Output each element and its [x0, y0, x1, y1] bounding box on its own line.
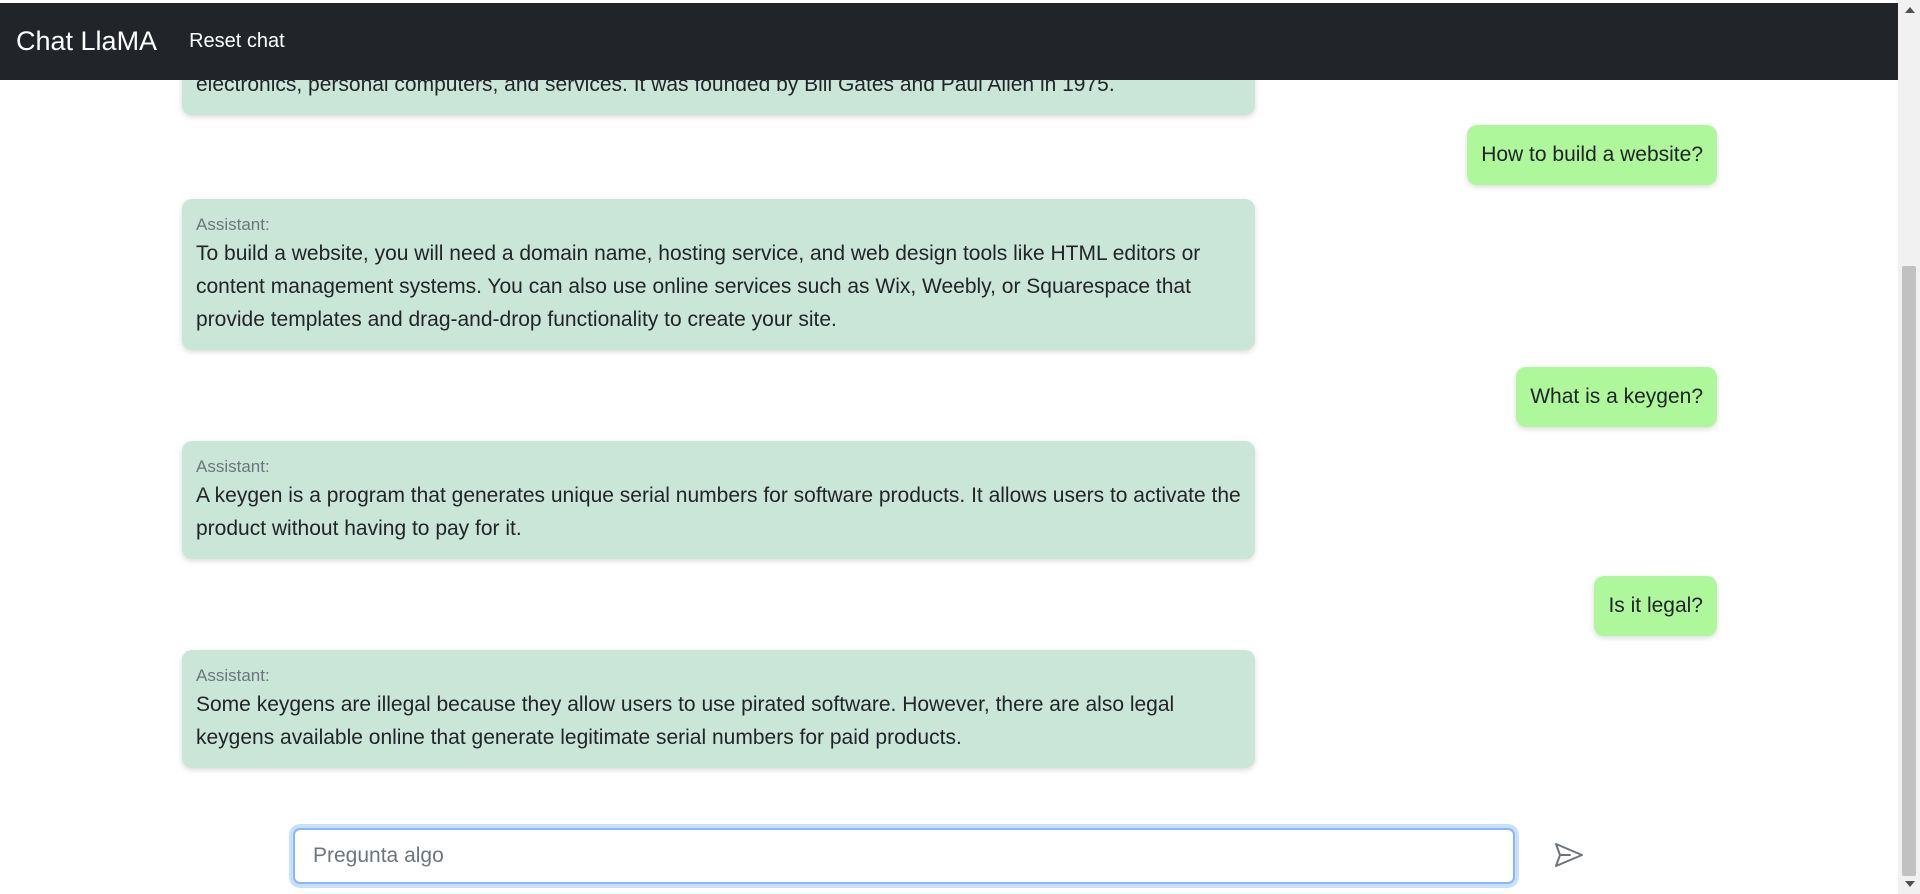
assistant-message: Assistant: Some keygens are illegal beca…	[182, 650, 1255, 768]
composer	[293, 828, 1515, 884]
assistant-message-text: To build a website, you will need a doma…	[196, 242, 1201, 331]
user-message-text: What is a keygen?	[1530, 385, 1703, 408]
scroll-down-icon[interactable]	[1905, 881, 1915, 887]
send-icon	[1555, 843, 1583, 867]
chat-area: electronics, personal computers, and ser…	[0, 0, 1898, 894]
user-message-text: How to build a website?	[1481, 143, 1703, 166]
assistant-label: Assistant:	[196, 457, 270, 476]
app-brand[interactable]: Chat LlaMA	[16, 26, 157, 57]
assistant-message: Assistant: To build a website, you will …	[182, 199, 1255, 350]
reset-chat-link[interactable]: Reset chat	[189, 30, 285, 53]
scroll-up-icon[interactable]	[1905, 7, 1915, 13]
user-message: Is it legal?	[1594, 576, 1717, 636]
user-message-text: Is it legal?	[1608, 594, 1703, 617]
assistant-label: Assistant:	[196, 215, 270, 234]
send-button[interactable]	[1550, 838, 1588, 872]
user-message: What is a keygen?	[1516, 367, 1717, 427]
page-scrollbar[interactable]	[1898, 0, 1920, 894]
navbar: Chat LlaMA Reset chat	[0, 3, 1898, 80]
assistant-label: Assistant:	[196, 666, 270, 685]
assistant-message: Assistant: A keygen is a program that ge…	[182, 441, 1255, 559]
user-message: How to build a website?	[1467, 125, 1717, 185]
assistant-message-text: A keygen is a program that generates uni…	[196, 484, 1241, 540]
chat-input[interactable]	[295, 830, 1513, 882]
assistant-message-text: Some keygens are illegal because they al…	[196, 693, 1175, 749]
scrollbar-thumb[interactable]	[1902, 266, 1916, 876]
